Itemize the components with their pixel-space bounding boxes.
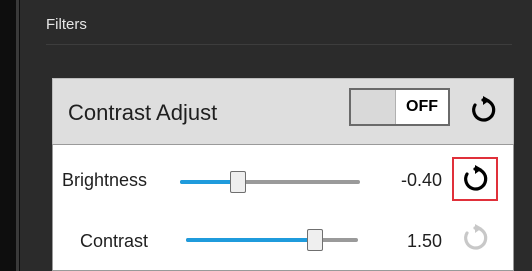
contrast-reset-icon [458, 221, 492, 255]
contrast-slider[interactable] [186, 229, 358, 251]
brightness-label: Brightness [62, 170, 148, 190]
contrast-slider-thumb[interactable] [307, 229, 323, 251]
brightness-slider-thumb[interactable] [230, 171, 246, 193]
contrast-label: Contrast [80, 231, 149, 251]
section-title: Filters [46, 16, 87, 33]
filter-title: Contrast Adjust [68, 100, 218, 125]
brightness-reset-icon[interactable] [452, 157, 498, 201]
toggle-thumb[interactable] [351, 90, 396, 124]
left-edge-strip [0, 0, 20, 271]
section-divider [46, 44, 512, 45]
contrast-slider-fill [186, 238, 315, 242]
filter-toggle[interactable]: OFF [349, 88, 450, 126]
contrast-value: 1.50 [406, 231, 442, 251]
filter-reset-icon[interactable] [466, 93, 500, 127]
toggle-state-label: OFF [396, 90, 448, 124]
brightness-slider[interactable] [180, 171, 360, 193]
brightness-value: -0.40 [400, 170, 442, 190]
